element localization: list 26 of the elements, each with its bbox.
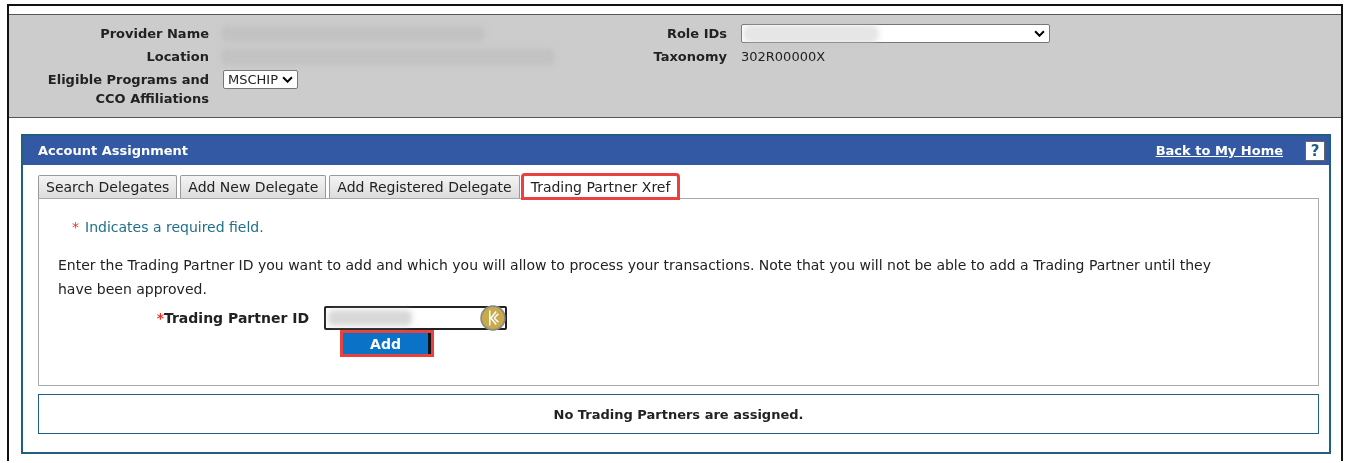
field-label: Taxonomy	[652, 48, 727, 66]
circle-pattern-icon[interactable]	[480, 305, 506, 331]
program-select[interactable]: MSCHIP	[223, 70, 298, 89]
trading-partner-input[interactable]	[324, 306, 507, 330]
tab[interactable]: Add New Delegate	[180, 175, 327, 198]
field-label: Provider Name	[99, 25, 209, 43]
role-select[interactable]	[741, 24, 1050, 43]
tab[interactable]: Trading Partner Xref	[522, 175, 679, 198]
field-value: 302R00000X	[741, 48, 827, 66]
add-button[interactable]: Add	[343, 333, 431, 354]
required-note: Indicates a required field.	[85, 219, 264, 235]
instructions: Enter the Trading Partner ID you want to add and which you will allow to process your transactions. Note that you will not be able to add a Trading Partner until they have been approved.	[58, 256, 1212, 299]
help-button[interactable]: ?	[1305, 140, 1325, 161]
required-mark: *	[156, 310, 164, 326]
chevron-down-icon	[1034, 30, 1045, 37]
panel-title: Account Assignment	[38, 143, 189, 158]
tab[interactable]: Search Delegates	[38, 175, 178, 198]
chevron-down-icon	[282, 76, 293, 83]
result-message: No Trading Partners are assigned.	[553, 406, 804, 422]
tab[interactable]: Add Registered Delegate	[329, 175, 520, 198]
field-label: Trading Partner ID	[163, 310, 309, 326]
required-mark: *	[72, 219, 79, 235]
field-label: Location	[145, 48, 209, 66]
field-label: Role IDs	[665, 25, 727, 43]
back-home-link[interactable]: Back to My Home	[1155, 143, 1283, 158]
field-label: Eligible Programs and CCO Affiliations	[46, 71, 209, 108]
